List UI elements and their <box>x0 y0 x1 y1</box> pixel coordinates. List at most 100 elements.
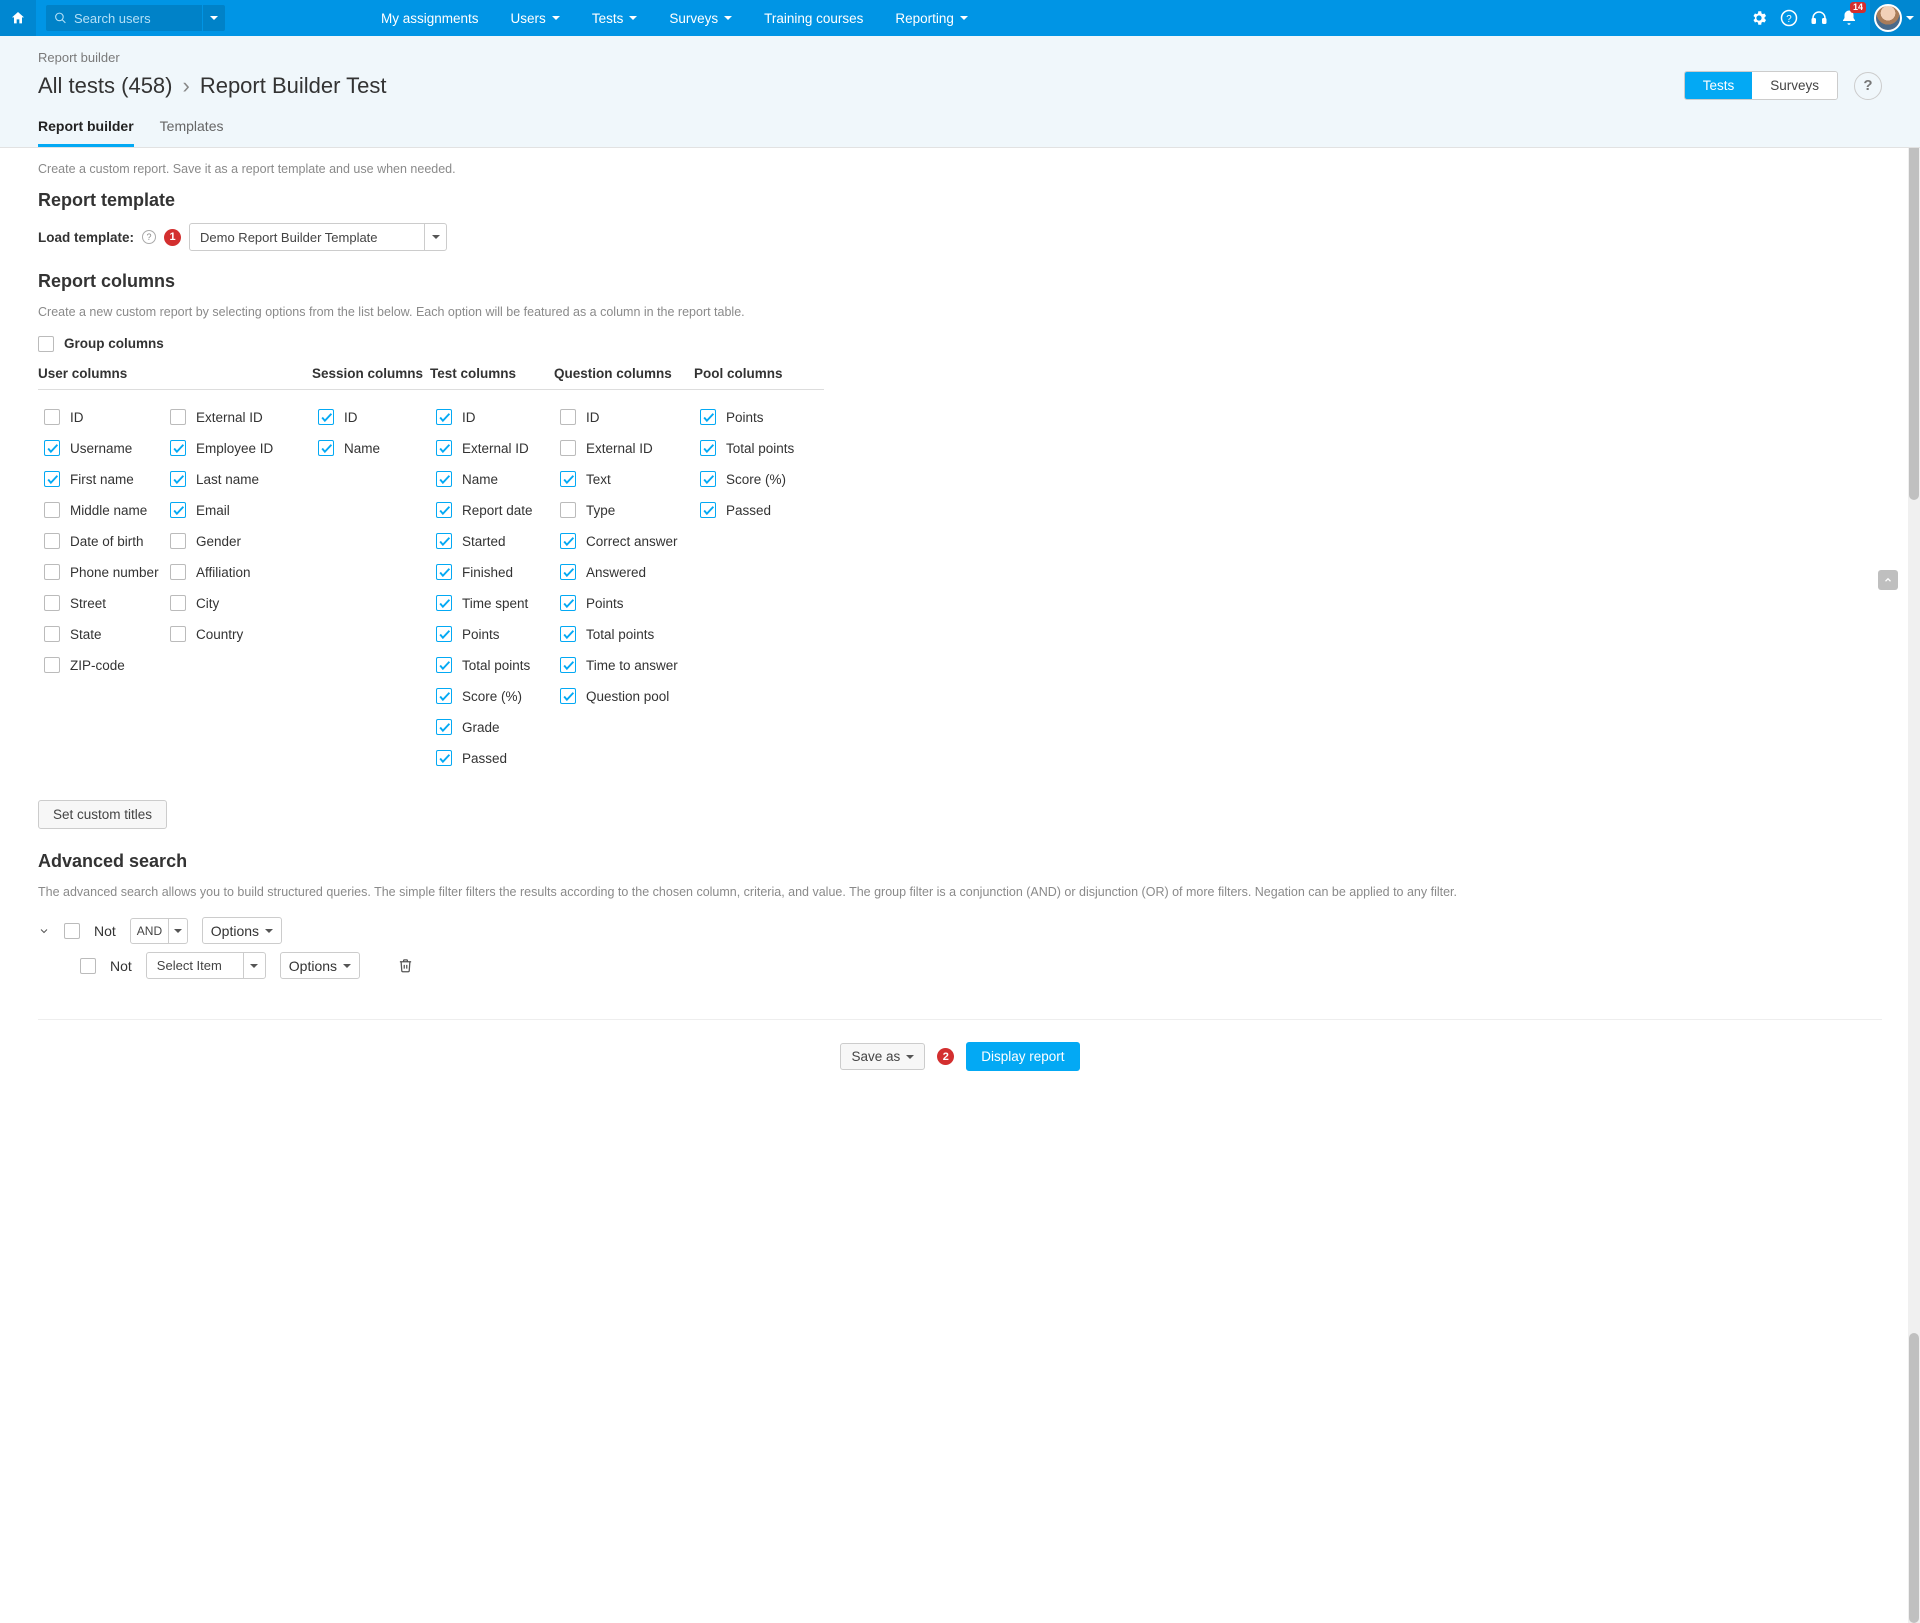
user-column-item: City <box>164 588 290 619</box>
session-column-checkbox[interactable] <box>318 440 334 456</box>
question-column-checkbox[interactable] <box>560 688 576 704</box>
display-report-button[interactable]: Display report <box>966 1042 1079 1071</box>
save-as-button[interactable]: Save as <box>840 1043 925 1070</box>
search-input[interactable] <box>46 5 202 31</box>
page-title: All tests (458) › Report Builder Test <box>38 73 387 99</box>
user-column-checkbox[interactable] <box>170 564 186 580</box>
test-column-checkbox[interactable] <box>436 719 452 735</box>
title-all-tests[interactable]: All tests (458) <box>38 73 173 99</box>
user-column-checkbox[interactable] <box>44 440 60 456</box>
item-options-button[interactable]: Options <box>280 952 360 979</box>
user-column-checkbox[interactable] <box>44 533 60 549</box>
user-menu[interactable] <box>1870 0 1920 36</box>
pool-column-label: Passed <box>726 503 771 518</box>
test-column-checkbox[interactable] <box>436 595 452 611</box>
notifications-button[interactable]: 14 <box>1834 0 1864 36</box>
test-column-checkbox[interactable] <box>436 533 452 549</box>
page-body: Create a custom report. Save it as a rep… <box>0 148 1920 1101</box>
question-column-checkbox[interactable] <box>560 440 576 456</box>
user-column-label: City <box>196 596 219 611</box>
delete-filter-button[interactable] <box>398 958 413 973</box>
test-column-checkbox[interactable] <box>436 750 452 766</box>
user-column-checkbox[interactable] <box>44 626 60 642</box>
pool-column-checkbox[interactable] <box>700 471 716 487</box>
test-column-checkbox[interactable] <box>436 471 452 487</box>
user-column-checkbox[interactable] <box>44 595 60 611</box>
question-column-checkbox[interactable] <box>560 409 576 425</box>
search-dropdown-button[interactable] <box>203 5 225 31</box>
user-column-checkbox[interactable] <box>44 471 60 487</box>
question-column-checkbox[interactable] <box>560 595 576 611</box>
page-help-button[interactable]: ? <box>1854 72 1882 100</box>
group-columns-checkbox[interactable] <box>38 336 54 352</box>
user-column-checkbox[interactable] <box>170 409 186 425</box>
question-column-checkbox[interactable] <box>560 533 576 549</box>
pool-column-item: Total points <box>694 433 824 464</box>
scroll-to-top-button[interactable] <box>1878 570 1898 590</box>
user-column-checkbox[interactable] <box>170 440 186 456</box>
test-column-item: Passed <box>430 743 554 774</box>
help-button[interactable]: ? <box>1774 0 1804 36</box>
toggle-tests[interactable]: Tests <box>1685 72 1753 99</box>
collapse-toggle[interactable] <box>38 925 50 937</box>
test-column-checkbox[interactable] <box>436 440 452 456</box>
group-options-button[interactable]: Options <box>202 917 282 944</box>
question-column-checkbox[interactable] <box>560 657 576 673</box>
user-column-checkbox[interactable] <box>44 657 60 673</box>
user-column-checkbox[interactable] <box>44 502 60 518</box>
pool-column-checkbox[interactable] <box>700 502 716 518</box>
test-column-checkbox[interactable] <box>436 409 452 425</box>
filter-field-value: Select Item <box>147 953 243 978</box>
chevron-down-icon <box>960 16 968 20</box>
question-column-checkbox[interactable] <box>560 471 576 487</box>
test-column-label: Started <box>462 534 506 549</box>
question-column-checkbox[interactable] <box>560 502 576 518</box>
filter-field-button[interactable] <box>243 953 265 978</box>
home-button[interactable] <box>0 0 36 36</box>
session-column-checkbox[interactable] <box>318 409 334 425</box>
user-column-checkbox[interactable] <box>170 471 186 487</box>
info-icon[interactable]: ? <box>142 230 156 244</box>
nav-surveys[interactable]: Surveys <box>653 0 748 36</box>
logic-select[interactable]: AND <box>130 918 188 944</box>
nav-tests[interactable]: Tests <box>576 0 654 36</box>
question-column-label: Correct answer <box>586 534 678 549</box>
question-column-checkbox[interactable] <box>560 564 576 580</box>
advanced-hint: The advanced search allows you to build … <box>38 884 1882 902</box>
user-column-checkbox[interactable] <box>170 626 186 642</box>
settings-button[interactable] <box>1744 0 1774 36</box>
test-column-checkbox[interactable] <box>436 564 452 580</box>
nav-reporting[interactable]: Reporting <box>879 0 984 36</box>
pool-column-checkbox[interactable] <box>700 409 716 425</box>
test-column-checkbox[interactable] <box>436 657 452 673</box>
question-column-checkbox[interactable] <box>560 626 576 642</box>
user-column-checkbox[interactable] <box>170 502 186 518</box>
user-column-checkbox[interactable] <box>170 595 186 611</box>
pool-column-label: Score (%) <box>726 472 786 487</box>
support-button[interactable] <box>1804 0 1834 36</box>
nav-users[interactable]: Users <box>495 0 576 36</box>
not-checkbox-item[interactable] <box>80 958 96 974</box>
tab-report-builder[interactable]: Report builder <box>38 118 134 147</box>
filter-field-select[interactable]: Select Item <box>146 952 266 979</box>
logic-select-button[interactable] <box>168 919 187 943</box>
template-select[interactable]: Demo Report Builder Template <box>189 223 447 251</box>
template-select-button[interactable] <box>424 224 446 250</box>
user-column-checkbox[interactable] <box>170 533 186 549</box>
test-column-checkbox[interactable] <box>436 626 452 642</box>
user-column-checkbox[interactable] <box>44 564 60 580</box>
tab-templates[interactable]: Templates <box>160 118 224 147</box>
scrollbar-thumb-bottom[interactable] <box>1909 1333 1919 1623</box>
not-checkbox-group[interactable] <box>64 923 80 939</box>
nav-label: Training courses <box>764 11 863 26</box>
scrollbar-track[interactable] <box>1908 0 1920 1623</box>
nav-training-courses[interactable]: Training courses <box>748 0 879 36</box>
test-column-checkbox[interactable] <box>436 502 452 518</box>
test-column-checkbox[interactable] <box>436 688 452 704</box>
user-column-checkbox[interactable] <box>44 409 60 425</box>
set-custom-titles-button[interactable]: Set custom titles <box>38 800 167 829</box>
pool-column-checkbox[interactable] <box>700 440 716 456</box>
nav-my-assignments[interactable]: My assignments <box>365 0 495 36</box>
toggle-surveys[interactable]: Surveys <box>1752 72 1837 99</box>
intro-hint: Create a custom report. Save it as a rep… <box>38 162 1882 176</box>
